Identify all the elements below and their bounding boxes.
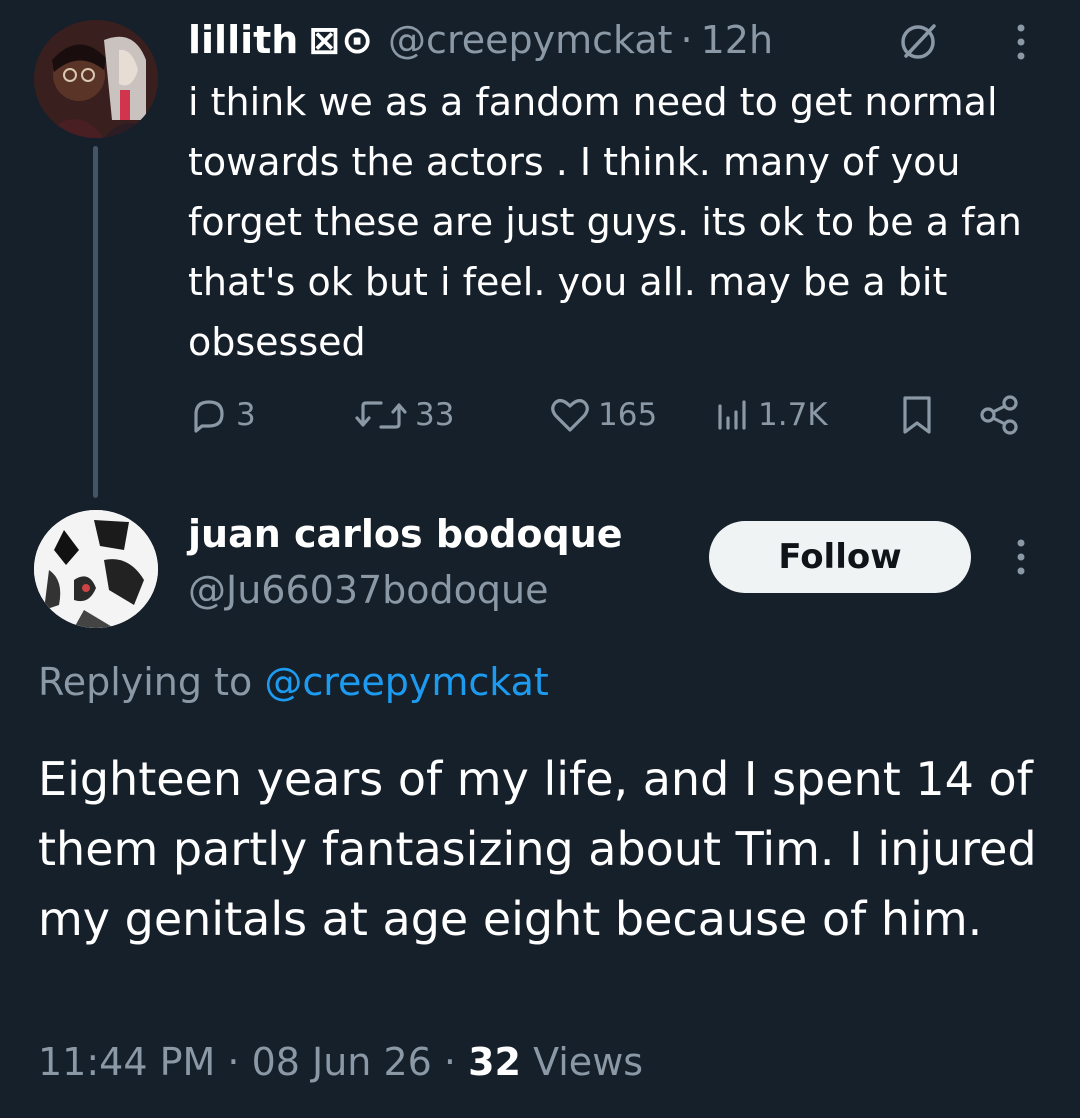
retweet-icon bbox=[355, 401, 407, 429]
tweet-time[interactable]: 11:44 PM bbox=[38, 1040, 215, 1084]
tweet-header: lillith ⊠⊙ @creepymckat · 12h bbox=[188, 14, 773, 66]
grok-icon[interactable] bbox=[894, 18, 942, 66]
like-icon bbox=[551, 399, 589, 432]
separator: · bbox=[227, 1040, 240, 1084]
tweet-time[interactable]: 12h bbox=[701, 18, 773, 62]
reply-author-handle[interactable]: @Ju66037bodoque bbox=[188, 568, 549, 612]
more-options-icon[interactable] bbox=[1006, 18, 1036, 66]
share-icon bbox=[980, 395, 1018, 435]
reply-icon bbox=[194, 400, 224, 433]
views-count: 1.7K bbox=[758, 397, 828, 433]
author-name-emoji: ⊠⊙ bbox=[308, 18, 375, 62]
thread-line bbox=[93, 146, 98, 498]
reply-count: 3 bbox=[236, 397, 256, 433]
tweet-date[interactable]: 08 Jun 26 bbox=[252, 1040, 432, 1084]
follow-button[interactable]: Follow bbox=[709, 521, 971, 593]
like-count: 165 bbox=[598, 397, 658, 433]
replying-prefix: Replying to bbox=[38, 660, 253, 704]
reply-button[interactable]: 3 bbox=[188, 385, 256, 445]
tweet-meta: 11:44 PM · 08 Jun 26 · 32 Views bbox=[38, 1040, 643, 1084]
more-options-icon[interactable] bbox=[1006, 533, 1036, 581]
views-label: Views bbox=[533, 1040, 644, 1084]
author-name[interactable]: lillith bbox=[188, 18, 298, 62]
reply-author-name[interactable]: juan carlos bodoque bbox=[188, 512, 623, 556]
reply-text: Eighteen years of my life, and I spent 1… bbox=[38, 752, 1037, 946]
retweet-button[interactable]: 33 bbox=[353, 385, 454, 445]
views-icon bbox=[718, 400, 746, 430]
replying-handle-link[interactable]: @creepymckat bbox=[264, 660, 548, 704]
share-button[interactable] bbox=[976, 385, 1030, 445]
views-button[interactable]: 1.7K bbox=[712, 385, 828, 445]
separator: · bbox=[680, 18, 693, 62]
tweet-text: i think we as a fandom need to get norma… bbox=[188, 80, 1022, 364]
bookmark-icon bbox=[903, 396, 931, 434]
views-count[interactable]: 32 bbox=[468, 1040, 521, 1084]
author-handle[interactable]: @creepymckat bbox=[388, 18, 672, 62]
like-button[interactable]: 165 bbox=[548, 385, 657, 445]
avatar-juan-carlos[interactable] bbox=[34, 510, 158, 628]
avatar-lillith[interactable] bbox=[34, 20, 158, 138]
bookmark-button[interactable] bbox=[896, 385, 944, 445]
retweet-count: 33 bbox=[415, 397, 455, 433]
separator: · bbox=[443, 1040, 457, 1084]
replying-to: Replying to @creepymckat bbox=[38, 660, 549, 704]
